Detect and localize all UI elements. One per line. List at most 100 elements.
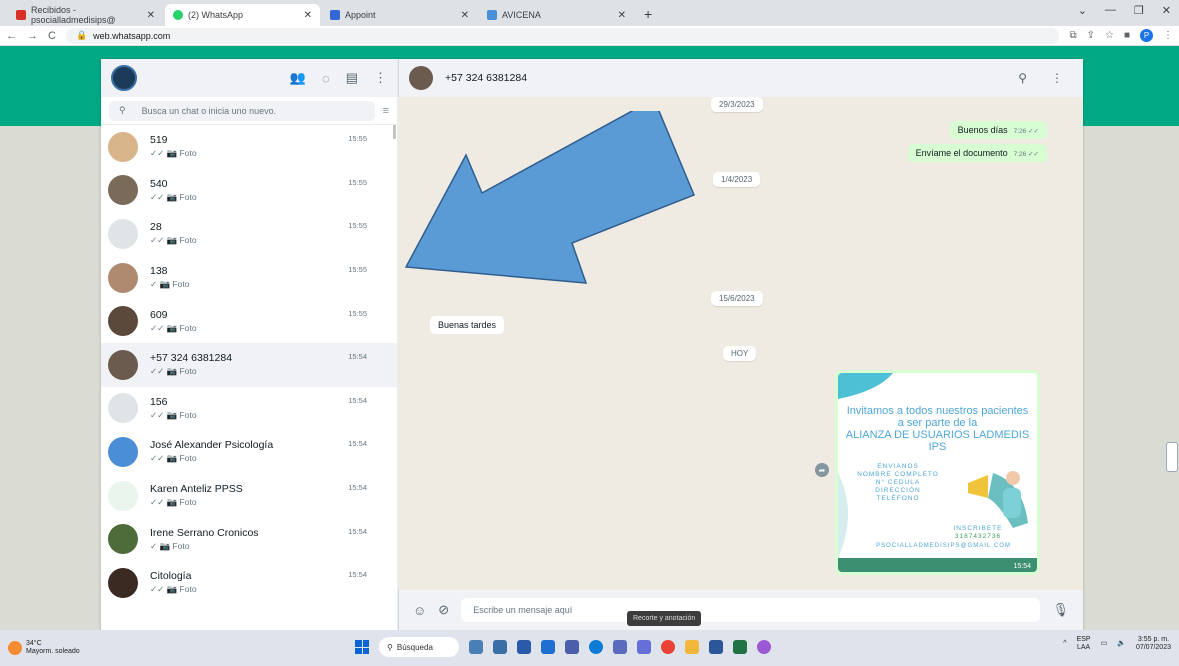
chat-avatar[interactable]	[108, 262, 138, 293]
display-icon[interactable]: ▭	[1101, 640, 1108, 648]
chat-avatar[interactable]	[108, 306, 138, 337]
store-icon[interactable]	[565, 640, 579, 654]
chat-list-item[interactable]: 519 15:55 ✓✓ 📷 Foto	[101, 125, 397, 169]
chat-list-item[interactable]: 540 15:55 ✓✓ 📷 Foto	[101, 169, 397, 213]
communities-icon[interactable]: 👥	[290, 70, 306, 86]
chat-avatar[interactable]	[108, 218, 138, 249]
emoji-icon[interactable]: ☺	[413, 603, 426, 618]
menu-dots-icon[interactable]: ⋮	[1051, 71, 1063, 85]
menu-dots-icon[interactable]: ⋮	[1163, 30, 1173, 41]
taskview-icon[interactable]	[469, 640, 483, 654]
mail-icon[interactable]	[541, 640, 555, 654]
chat-list-item[interactable]: 609 15:55 ✓✓ 📷 Foto	[101, 299, 397, 343]
chrome-profile-icon[interactable]	[757, 640, 771, 654]
chat-last-message: ✓ 📷 Foto	[150, 279, 190, 290]
chat-list-item[interactable]: Karen Anteliz PPSS 15:54 ✓✓ 📷 Foto	[101, 474, 397, 518]
chat-last-message: ✓✓ 📷 Foto	[150, 148, 197, 159]
tab-gmail[interactable]: Recibidos - psocialladmedisips@ ✕	[8, 4, 163, 26]
language-indicator[interactable]: ESP LAA	[1077, 636, 1091, 652]
tab-search-icon[interactable]: ⌄	[1078, 4, 1087, 17]
close-icon[interactable]: ✕	[461, 10, 469, 21]
sidepanel-icon[interactable]: ■	[1124, 30, 1130, 41]
chevron-up-icon[interactable]: ^	[1063, 640, 1066, 648]
chat-avatar[interactable]	[108, 349, 138, 380]
chrome-icon[interactable]	[661, 640, 675, 654]
chat-avatar[interactable]	[108, 393, 138, 424]
edge-icon[interactable]	[589, 640, 603, 654]
chat-info: Karen Anteliz PPSS 15:54 ✓✓ 📷 Foto	[150, 474, 397, 518]
contact-avatar[interactable]	[409, 66, 433, 90]
flyer-image[interactable]: Invitamos a todos nuestros pacientes a s…	[838, 373, 1037, 572]
chat-avatar[interactable]	[108, 480, 138, 511]
chat-name-row: 138 15:55	[150, 265, 367, 277]
chat-list-item[interactable]: 138 15:55 ✓ 📷 Foto	[101, 256, 397, 300]
tab-avicena[interactable]: AVICENA ✕	[479, 4, 634, 26]
chat-list-item[interactable]: José Alexander Psicología 15:54 ✓✓ 📷 Foto	[101, 430, 397, 474]
my-avatar[interactable]	[111, 65, 137, 91]
bookmark-star-icon[interactable]: ☆	[1105, 30, 1114, 41]
widgets-icon[interactable]	[493, 640, 507, 654]
tab-appoint[interactable]: Appoint ✕	[322, 4, 477, 26]
reload-icon[interactable]: C	[48, 30, 56, 42]
extension-widget[interactable]	[1166, 442, 1178, 472]
new-chat-icon[interactable]: ▤	[346, 70, 358, 86]
message-input[interactable]: Escribe un mensaje aquí	[461, 598, 1041, 622]
word-icon[interactable]	[709, 640, 723, 654]
chat-list-item[interactable]: Irene Serrano Cronicos 15:54 ✓ 📷 Foto	[101, 517, 397, 561]
file-explorer-icon[interactable]	[685, 640, 699, 654]
chat-name: José Alexander Psicología	[150, 439, 274, 452]
chat-avatar[interactable]	[108, 131, 138, 162]
new-tab-button[interactable]: +	[644, 6, 652, 22]
weather-widget[interactable]: 34°C Mayorm. soleado	[8, 640, 80, 656]
chat-name-row: 609 15:55	[150, 309, 367, 321]
share-icon[interactable]: ⇪	[1087, 30, 1095, 41]
forward-icon[interactable]: →	[27, 30, 38, 42]
volume-icon[interactable]: 🔈	[1117, 640, 1126, 648]
clock[interactable]: 3:55 p. m. 07/07/2023	[1136, 636, 1171, 652]
windows-start-icon[interactable]	[355, 640, 369, 654]
contact-name[interactable]: +57 324 6381284	[445, 72, 1006, 84]
chat-list-item[interactable]: 28 15:55 ✓✓ 📷 Foto	[101, 212, 397, 256]
flyer-cta: INSCRIBETE	[953, 525, 1003, 532]
conversation-header[interactable]: +57 324 6381284 ⚲ ⋮	[398, 59, 1083, 97]
attach-icon[interactable]: ⊘	[438, 602, 449, 618]
restore-icon[interactable]: ❐	[1134, 4, 1144, 17]
date-divider: 1/4/2023	[713, 172, 761, 187]
chat-app-icon[interactable]	[517, 640, 531, 654]
whatsapp-app: 👥 ◌ ▤ ⋮ ⚲ Busca un chat o inicia uno nuev…	[101, 59, 1083, 630]
chat-avatar[interactable]	[108, 436, 138, 467]
taskbar-search[interactable]: ⚲ Búsqueda	[379, 637, 459, 657]
minimize-icon[interactable]: —	[1105, 4, 1116, 17]
url-field[interactable]: 🔒 web.whatsapp.com	[65, 27, 1060, 44]
back-icon[interactable]: ←	[6, 30, 17, 42]
teams-icon[interactable]	[637, 640, 651, 654]
excel-icon[interactable]	[733, 640, 747, 654]
microphone-icon[interactable]: 🎙	[1052, 602, 1069, 618]
search-icon[interactable]: ⚲	[1018, 71, 1027, 85]
chat-avatar[interactable]	[108, 175, 138, 206]
chat-list-item[interactable]: +57 324 6381284 15:54 ✓✓ 📷 Foto	[101, 342, 397, 387]
chat-list-item[interactable]: 156 15:54 ✓✓ 📷 Foto	[101, 387, 397, 431]
lang-layout: LAA	[1076, 644, 1091, 651]
menu-dots-icon[interactable]: ⋮	[374, 70, 387, 86]
close-icon[interactable]: ✕	[147, 10, 155, 21]
filter-icon[interactable]: ≡	[383, 105, 389, 117]
outgoing-message: Envíame el documento 7:26 ✓✓	[907, 144, 1047, 162]
search-input[interactable]: ⚲ Busca un chat o inicia uno nuevo.	[109, 100, 375, 121]
close-window-icon[interactable]: ✕	[1162, 4, 1171, 17]
close-icon[interactable]: ✕	[304, 10, 312, 21]
app-icon[interactable]	[613, 640, 627, 654]
tab-whatsapp[interactable]: (2) WhatsApp ✕	[165, 4, 320, 26]
flyer-send-line: TELÉFONO	[876, 495, 920, 502]
image-message[interactable]: Invitamos a todos nuestros pacientes a s…	[835, 370, 1040, 575]
close-icon[interactable]: ✕	[618, 10, 626, 21]
profile-avatar[interactable]: P	[1140, 29, 1153, 42]
chat-avatar[interactable]	[108, 524, 138, 555]
chat-avatar[interactable]	[108, 567, 138, 598]
translate-icon[interactable]: ⧉	[1069, 30, 1076, 41]
chat-list-item[interactable]: Citología 15:54 ✓✓ 📷 Foto	[101, 561, 397, 605]
status-icon[interactable]: ◌	[322, 71, 330, 86]
forward-icon[interactable]: ➦	[815, 463, 829, 477]
sidebar-header: 👥 ◌ ▤ ⋮	[101, 59, 397, 97]
date-divider: 29/3/2023	[711, 97, 763, 112]
